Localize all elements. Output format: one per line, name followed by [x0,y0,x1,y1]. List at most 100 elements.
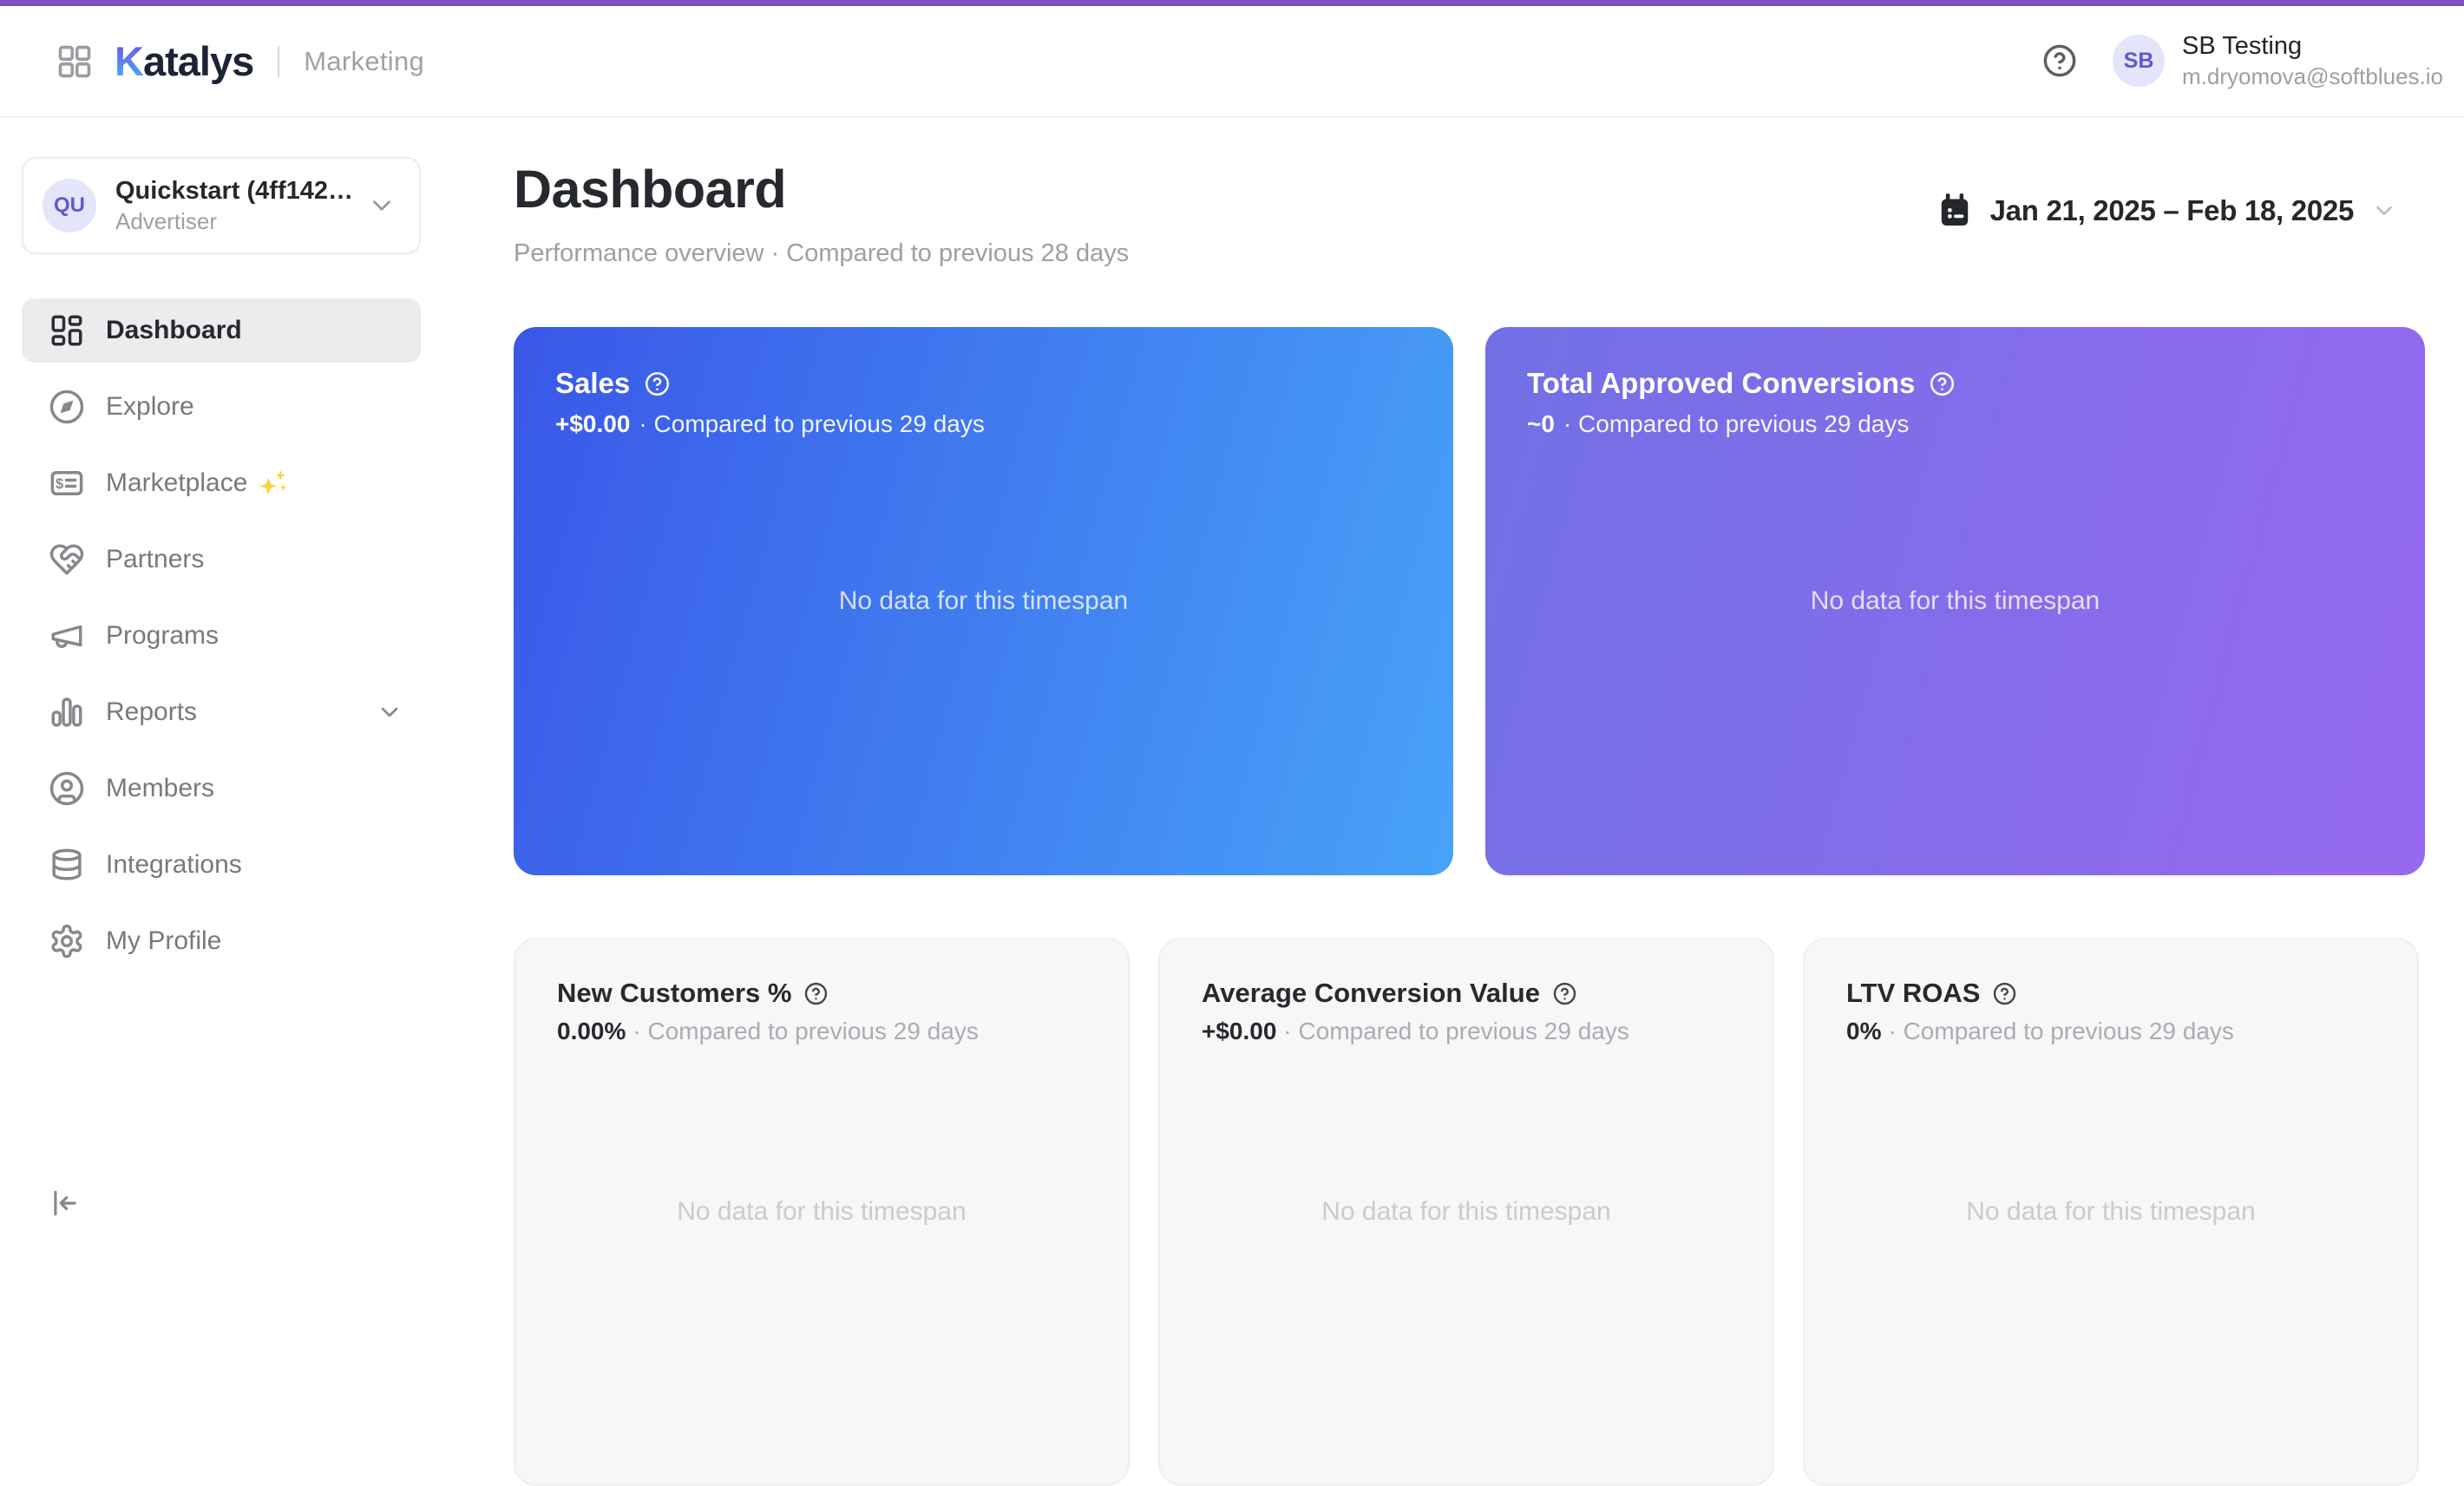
card-metric-line: 0.00%· Compared to previous 29 days [557,1018,1086,1045]
user-menu[interactable]: SB SB Testing m.dryomova@softblues.io [2113,30,2443,92]
sidebar-item-programs[interactable]: Programs [22,604,421,668]
sidebar-item-label: Programs [106,621,219,651]
card-title: LTV ROAS [1846,978,1980,1009]
sidebar-item-members[interactable]: Members [22,756,421,821]
sidebar-nav: Dashboard Explore $ Marketplace [22,298,421,973]
card-title: New Customers % [557,978,791,1009]
help-circle-icon [2041,43,2078,79]
sidebar-item-label: Partners [106,545,204,574]
sidebar-item-label: My Profile [106,926,221,956]
database-icon [49,847,85,883]
sidebar-item-label: Integrations [106,850,242,880]
help-button[interactable] [2041,43,2078,79]
card-title: Sales [555,367,630,400]
card-header: Average Conversion Value [1202,978,1731,1009]
sidebar-item-partners[interactable]: Partners [22,527,421,592]
account-switcher[interactable]: QU Quickstart (4ff142… Advertiser [22,157,421,254]
logo-divider [278,46,279,77]
help-circle-icon[interactable] [1552,981,1577,1006]
account-avatar: QU [43,179,96,232]
user-info: SB Testing m.dryomova@softblues.io [2182,30,2443,92]
apps-grid-button[interactable] [56,43,94,81]
card-comparison: · Compared to previous 29 days [639,410,984,437]
empty-state-text: No data for this timespan [1485,586,2425,616]
sidebar-item-reports[interactable]: Reports [22,680,421,744]
account-name: Quickstart (4ff142… [115,177,367,206]
account-info: Quickstart (4ff142… Advertiser [115,177,367,235]
card-comparison: · Compared to previous 29 days [1888,1018,2233,1044]
user-email: m.dryomova@softblues.io [2182,62,2443,92]
empty-state-text: No data for this timespan [515,1197,1128,1227]
card-header: New Customers % [557,978,1086,1009]
brand-logo-rest: atalys [143,37,253,85]
topbar-right: SB SB Testing m.dryomova@softblues.io [2041,30,2443,92]
card-metric-line: 0% · Compared to previous 29 days [1846,1018,2376,1045]
chevron-down-icon [2371,198,2397,224]
help-circle-icon[interactable] [644,370,671,397]
card-title: Total Approved Conversions [1527,367,1915,400]
sales-card: Sales +$0.00· Compared to previous 29 da… [514,327,1453,875]
empty-state-text: No data for this timespan [1805,1197,2417,1227]
compass-icon [49,389,85,425]
dashboard-icon [49,312,85,349]
calendar-icon [1936,193,1973,229]
card-value: +$0.00 [1202,1018,1276,1044]
date-range-label: Jan 21, 2025 – Feb 18, 2025 [1990,194,2354,227]
user-name: SB Testing [2182,30,2443,63]
collapse-sidebar-button[interactable] [49,1187,82,1220]
new-customers-card: New Customers % 0.00%· Compared to previ… [514,938,1130,1486]
gear-icon [49,923,85,959]
sidebar-item-label: Explore [106,392,194,422]
apps-grid-icon [56,43,94,81]
empty-state-text: No data for this timespan [1160,1197,1773,1227]
sidebar-item-label: Marketplace [106,468,247,498]
help-circle-icon[interactable] [1992,981,2017,1006]
heart-handshake-icon [49,541,85,578]
conversions-card-header: Total Approved Conversions [1527,367,2383,400]
sidebar-item-label: Reports [106,697,197,727]
sidebar-item-integrations[interactable]: Integrations [22,833,421,897]
page-title: Dashboard [514,159,786,219]
megaphone-icon [49,618,85,654]
account-role: Advertiser [115,208,367,235]
date-range-picker[interactable]: Jan 21, 2025 – Feb 18, 2025 [1936,193,2397,229]
bar-chart-icon [49,694,85,730]
sidebar-item-my-profile[interactable]: My Profile [22,909,421,973]
chevron-down-icon [367,191,396,220]
secondary-metric-cards: New Customers % 0.00%· Compared to previ… [514,938,2419,1486]
svg-text:$: $ [56,475,63,492]
card-comparison: · Compared to previous 29 days [1563,410,1909,437]
sales-card-header: Sales [555,367,1412,400]
card-value: ~0 [1527,410,1555,437]
sidebar: QU Quickstart (4ff142… Advertiser Dashbo… [22,157,421,973]
help-circle-icon[interactable] [803,981,829,1006]
avatar: SB [2113,35,2165,87]
card-metric-line: +$0.00· Compared to previous 29 days [555,410,1412,438]
card-value: 0% [1846,1018,1881,1044]
sidebar-item-explore[interactable]: Explore [22,375,421,439]
sidebar-item-marketplace[interactable]: $ Marketplace [22,451,421,515]
card-comparison: · Compared to previous 29 days [1283,1018,1628,1044]
brand-logo[interactable]: Katalys [115,37,253,85]
total-approved-conversions-card: Total Approved Conversions ~0 · Compared … [1485,327,2425,875]
card-comparison: · Compared to previous 29 days [632,1018,978,1044]
empty-state-text: No data for this timespan [514,586,1453,616]
brand-logo-initial: K [115,37,143,85]
product-label: Marketing [304,46,424,77]
card-value: 0.00% [557,1018,626,1044]
page-subtitle: Performance overview · Compared to previ… [514,239,1129,268]
sidebar-item-label: Members [106,774,214,803]
user-circle-icon [49,770,85,807]
card-header: LTV ROAS [1846,978,2376,1009]
chevron-down-icon [376,698,403,726]
sidebar-item-label: Dashboard [106,316,242,345]
brand-accent-bar [0,0,2464,6]
hero-metric-cards: Sales +$0.00· Compared to previous 29 da… [514,327,2425,875]
sidebar-item-dashboard[interactable]: Dashboard [22,298,421,363]
sparkles-icon [256,466,291,501]
card-metric-line: ~0 · Compared to previous 29 days [1527,410,2383,438]
help-circle-icon[interactable] [1929,370,1956,397]
average-conversion-value-card: Average Conversion Value +$0.00 · Compare… [1158,938,1774,1486]
marketplace-icon: $ [49,465,85,501]
collapse-sidebar-icon [49,1187,82,1220]
